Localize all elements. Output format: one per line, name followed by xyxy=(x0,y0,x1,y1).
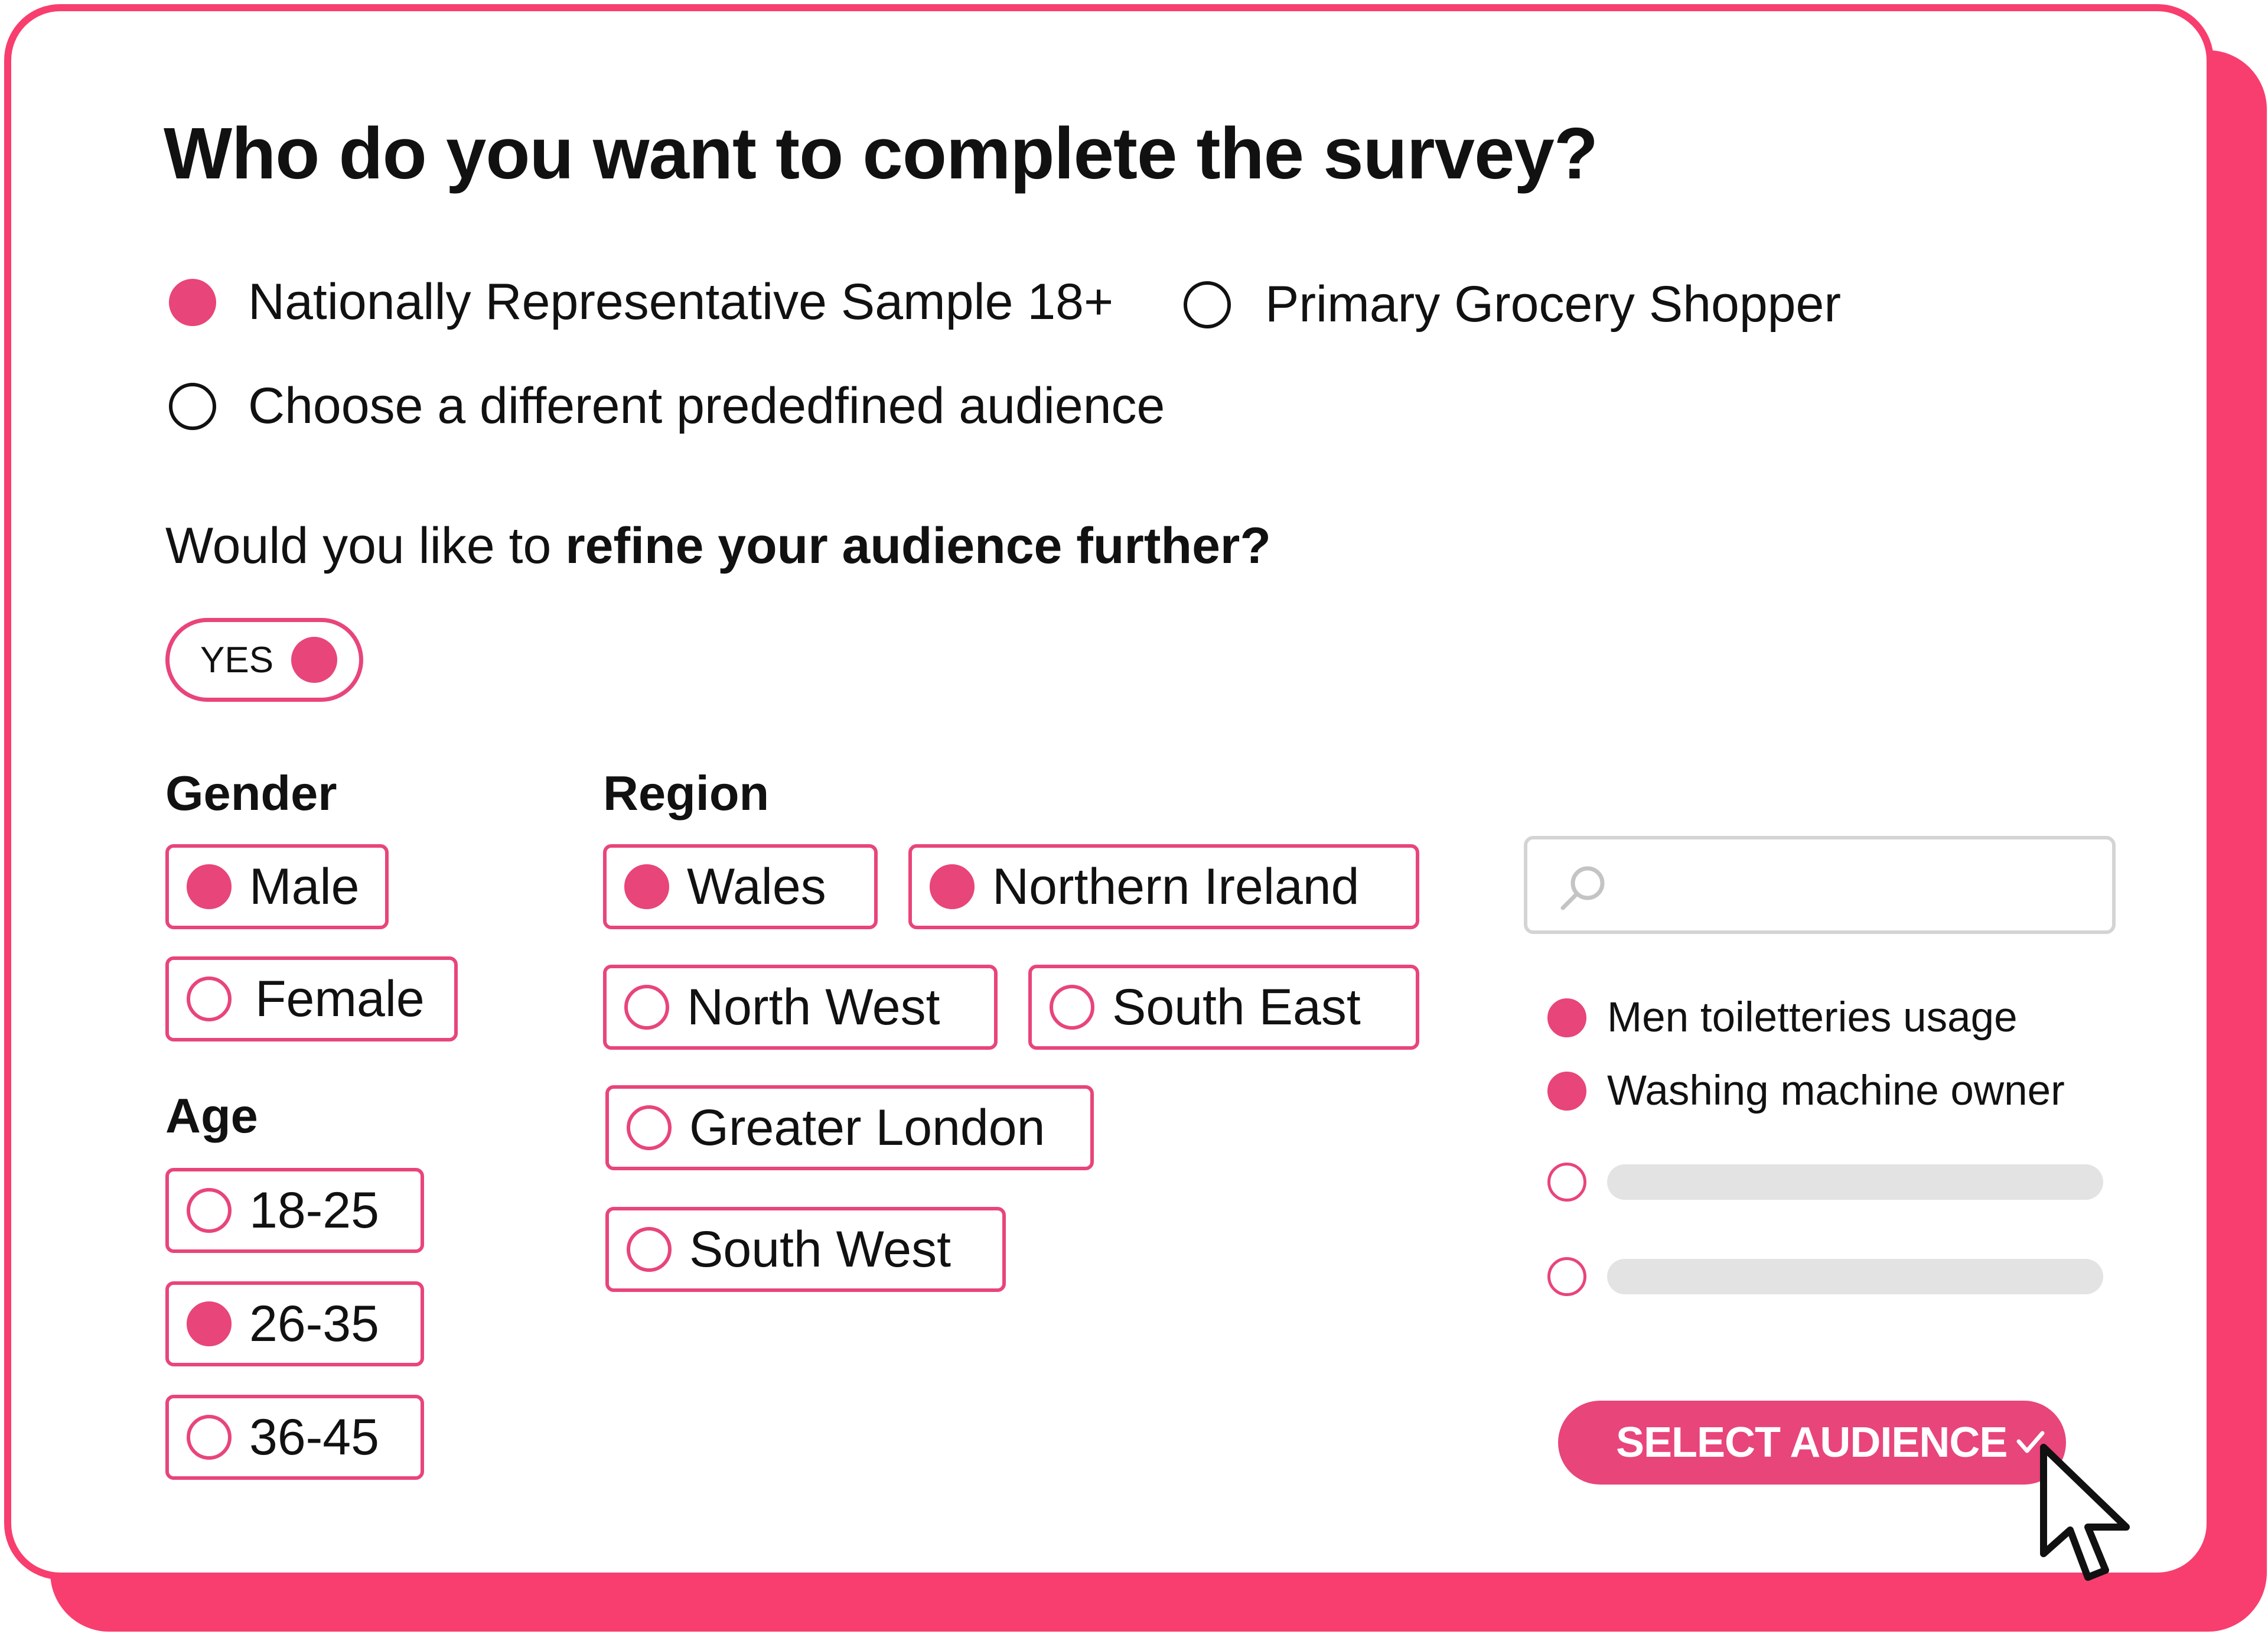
chip-label: 36-45 xyxy=(249,1408,379,1466)
region-chip-south-east[interactable]: South East xyxy=(1028,965,1419,1050)
toggle-label: YES xyxy=(200,639,274,681)
radio-unselected-icon xyxy=(187,977,232,1021)
trait-label: Men toiletteries usage xyxy=(1607,994,2018,1041)
radio-unselected-icon xyxy=(1050,985,1094,1030)
chip-label: 18-25 xyxy=(249,1181,379,1239)
age-chip-18-25[interactable]: 18-25 xyxy=(165,1168,424,1253)
audience-option-predefined[interactable]: Choose a different prededfined audience xyxy=(169,377,1165,435)
gender-label: Gender xyxy=(165,766,337,821)
placeholder-bar xyxy=(1607,1259,2103,1294)
gender-chip-male[interactable]: Male xyxy=(165,844,389,929)
region-chip-northern-ireland[interactable]: Northern Ireland xyxy=(908,844,1419,929)
chip-label: South West xyxy=(689,1220,951,1278)
region-chip-south-west[interactable]: South West xyxy=(605,1207,1006,1292)
radio-unselected-icon xyxy=(187,1188,232,1233)
radio-unselected-icon xyxy=(627,1227,672,1272)
radio-selected-icon xyxy=(1547,998,1586,1037)
radio-unselected-icon xyxy=(1184,281,1231,328)
select-audience-label: SELECT AUDIENCE xyxy=(1616,1419,2008,1466)
radio-unselected-icon xyxy=(627,1105,672,1150)
radio-unselected-icon xyxy=(624,985,669,1030)
chip-label: Northern Ireland xyxy=(992,858,1360,915)
age-chip-36-45[interactable]: 36-45 xyxy=(165,1395,424,1480)
radio-selected-icon xyxy=(187,864,232,909)
search-input[interactable] xyxy=(1524,836,2116,934)
radio-selected-icon xyxy=(1547,1071,1586,1111)
toggle-knob xyxy=(291,637,337,683)
trait-item-placeholder[interactable] xyxy=(1547,1257,2103,1296)
chip-label: Wales xyxy=(687,858,826,915)
region-chip-greater-london[interactable]: Greater London xyxy=(605,1085,1094,1170)
radio-unselected-icon xyxy=(187,1415,232,1460)
chip-label: 26-35 xyxy=(249,1295,379,1352)
search-icon xyxy=(1560,866,1605,910)
trait-item-placeholder[interactable] xyxy=(1547,1163,2103,1202)
radio-selected-icon xyxy=(187,1301,232,1346)
chip-label: Female xyxy=(255,970,425,1027)
trait-label: Washing machine owner xyxy=(1607,1067,2065,1114)
trait-item[interactable]: Men toiletteries usage xyxy=(1547,994,2018,1041)
refine-question-prefix: Would you like to xyxy=(165,517,566,574)
audience-option-national[interactable]: Nationally Representative Sample 18+ xyxy=(169,273,1113,331)
gender-chip-female[interactable]: Female xyxy=(165,956,458,1041)
refine-toggle[interactable]: YES xyxy=(165,618,363,702)
refine-question-emphasis: refine your audience further? xyxy=(565,517,1271,574)
audience-option-label: Choose a different prededfined audience xyxy=(248,377,1165,434)
trait-item[interactable]: Washing machine owner xyxy=(1547,1067,2065,1115)
mouse-pointer-icon xyxy=(2040,1444,2130,1581)
radio-unselected-icon xyxy=(1547,1163,1586,1202)
radio-selected-icon xyxy=(930,864,975,909)
audience-option-label: Primary Grocery Shopper xyxy=(1265,276,1841,333)
age-label: Age xyxy=(165,1088,258,1143)
age-chip-26-35[interactable]: 26-35 xyxy=(165,1281,424,1366)
select-audience-button[interactable]: SELECT AUDIENCE xyxy=(1558,1401,2066,1485)
chip-label: North West xyxy=(687,978,940,1036)
page-title: Who do you want to complete the survey? xyxy=(164,113,1598,194)
placeholder-bar xyxy=(1607,1164,2103,1200)
region-chip-north-west[interactable]: North West xyxy=(603,965,998,1050)
refine-question: Would you like to refine your audience f… xyxy=(165,517,1271,575)
chip-label: South East xyxy=(1112,978,1361,1036)
radio-selected-icon xyxy=(169,278,216,326)
radio-unselected-icon xyxy=(1547,1257,1586,1296)
region-label: Region xyxy=(603,766,770,821)
chip-label: Male xyxy=(249,858,360,915)
region-chip-wales[interactable]: Wales xyxy=(603,844,878,929)
audience-option-grocery-shopper[interactable]: Primary Grocery Shopper xyxy=(1184,275,1841,334)
audience-option-label: Nationally Representative Sample 18+ xyxy=(248,274,1114,330)
chip-label: Greater London xyxy=(689,1099,1045,1156)
radio-unselected-icon xyxy=(169,382,216,430)
radio-selected-icon xyxy=(624,864,669,909)
